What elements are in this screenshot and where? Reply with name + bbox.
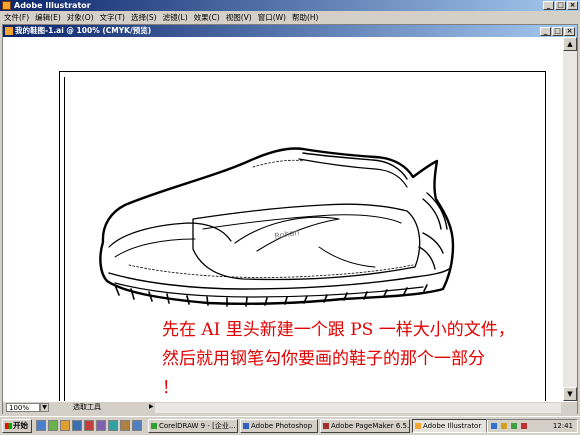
task-illustrator[interactable]: Adobe Illustrator — [412, 419, 488, 433]
annotation-line-2: 然后就用钢笔勾你要画的鞋子的那个一部分 — [162, 349, 485, 369]
quicklaunch-app3-icon[interactable] — [96, 420, 106, 431]
quicklaunch-app-icon[interactable] — [72, 420, 82, 431]
quicklaunch-app4-icon[interactable] — [108, 420, 118, 431]
shoe-brand-text: Rohan — [274, 228, 300, 241]
tray-volume-icon[interactable] — [501, 423, 507, 429]
quicklaunch-folder-icon[interactable] — [60, 420, 70, 431]
scroll-up-arrow-icon[interactable]: ▲ — [563, 37, 577, 51]
app-titlebar: Adobe Illustrator _ □ × — [0, 0, 580, 11]
tool-menu-arrow-icon[interactable]: ▶ — [149, 403, 154, 410]
menu-effect[interactable]: 效果(C) — [194, 12, 220, 23]
start-button[interactable]: 开始 — [2, 419, 32, 433]
task-photoshop[interactable]: Adobe Photoshop — [240, 419, 318, 433]
annotation-line-1: 先在 AI 里头新建一个跟 PS 一样大小的文件， — [162, 320, 515, 340]
doc-maximize-button[interactable]: □ — [552, 27, 563, 36]
maximize-button[interactable]: □ — [555, 1, 566, 10]
close-button[interactable]: × — [567, 1, 578, 10]
quicklaunch-app5-icon[interactable] — [120, 420, 130, 431]
windows-logo-icon — [5, 423, 12, 429]
minimize-button[interactable]: _ — [543, 1, 554, 10]
doc-close-button[interactable]: × — [564, 27, 575, 36]
tray-app-icon[interactable] — [511, 423, 517, 429]
tray-app2-icon[interactable] — [521, 423, 527, 429]
document-titlebar: 我的鞋图-1.ai @ 100% (CMYK/预览) _ □ × — [3, 25, 577, 37]
task-coreldraw[interactable]: CorelDRAW 9 - [企业... — [148, 419, 238, 433]
menu-window[interactable]: 窗口(W) — [258, 12, 286, 23]
artwork-canvas[interactable]: Rohan — [3, 37, 563, 401]
zoom-dropdown-icon[interactable]: ▼ — [40, 403, 49, 412]
illustrator-icon — [415, 423, 421, 429]
document-title: 我的鞋图-1.ai @ 100% (CMYK/预览) — [15, 26, 152, 35]
task-pagemaker[interactable]: Adobe PageMaker 6.5... — [320, 419, 410, 433]
photoshop-icon — [243, 423, 249, 429]
horizontal-scrollbar[interactable] — [155, 403, 561, 413]
menu-filter[interactable]: 滤镜(L) — [163, 12, 188, 23]
coreldraw-icon — [151, 423, 157, 429]
tray-network-icon[interactable] — [491, 423, 497, 429]
pagemaker-icon — [323, 423, 329, 429]
menu-type[interactable]: 文字(T) — [100, 12, 125, 23]
vertical-scrollbar[interactable]: ▲ ▼ — [563, 37, 577, 401]
doc-minimize-button[interactable]: _ — [540, 27, 551, 36]
quicklaunch-app2-icon[interactable] — [84, 420, 94, 431]
start-label: 开始 — [13, 421, 28, 430]
current-tool-label[interactable]: 选取工具 — [73, 403, 101, 412]
shoe-line-drawing: Rohan — [99, 147, 455, 307]
windows-taskbar: 开始 CorelDRAW 9 - [企业... Adobe Photoshop … — [0, 416, 580, 435]
system-tray: 12:41 — [486, 419, 578, 433]
menu-select[interactable]: 选择(S) — [131, 12, 157, 23]
document-status-bar: 100% ▼ 选取工具 ▶ — [3, 401, 577, 414]
illustrator-app-icon — [2, 1, 11, 10]
menu-object[interactable]: 对象(O) — [67, 12, 94, 23]
scroll-down-arrow-icon[interactable]: ▼ — [563, 387, 577, 401]
zoom-field[interactable]: 100% — [6, 403, 40, 412]
app-title: Adobe Illustrator — [14, 1, 91, 10]
annotation-line-3: ！ — [162, 378, 179, 398]
document-icon — [5, 27, 13, 35]
menu-bar: 文件(F) 编辑(E) 对象(O) 文字(T) 选择(S) 滤镜(L) 效果(C… — [0, 11, 580, 23]
quicklaunch-desktop-icon[interactable] — [48, 420, 58, 431]
quicklaunch-ie-icon[interactable] — [36, 420, 46, 431]
menu-file[interactable]: 文件(F) — [4, 12, 29, 23]
taskbar-clock[interactable]: 12:41 — [553, 420, 573, 432]
quicklaunch-app6-icon[interactable] — [132, 420, 142, 431]
menu-edit[interactable]: 编辑(E) — [35, 12, 61, 23]
menu-help[interactable]: 帮助(H) — [292, 12, 319, 23]
menu-view[interactable]: 视图(V) — [226, 12, 252, 23]
